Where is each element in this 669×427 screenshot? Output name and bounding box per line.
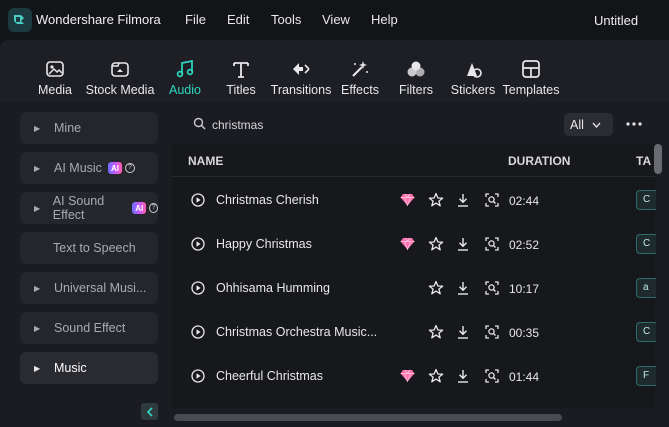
info-icon[interactable]: ? [149, 203, 158, 213]
effects-icon [349, 58, 371, 80]
play-icon[interactable] [191, 325, 205, 344]
menu-file[interactable]: File [185, 12, 206, 27]
download-icon[interactable] [456, 192, 470, 213]
filter-dropdown[interactable]: All [564, 113, 613, 136]
document-title: Untitled [594, 13, 639, 28]
horizontal-scrollbar[interactable] [174, 414, 562, 421]
tab-templates[interactable]: Templates [489, 58, 573, 97]
chevron-left-icon [146, 406, 153, 417]
track-name: Cheerful Christmas [216, 369, 323, 383]
premium-diamond-icon [400, 237, 415, 255]
transitions-icon [290, 58, 312, 80]
premium-diamond-icon [400, 193, 415, 211]
caret-right-icon: ▶ [34, 123, 41, 133]
track-name: Christmas Cherish [216, 193, 319, 207]
track-duration: 01:44 [509, 370, 540, 384]
filmora-logo-icon [8, 8, 32, 32]
caret-right-icon: ▶ [34, 363, 41, 373]
stock-media-icon [109, 58, 131, 80]
ai-match-scan-icon[interactable] [484, 280, 500, 301]
sidebar-item-mine[interactable]: ▶ Mine [20, 112, 158, 144]
list-item[interactable]: Cheerful Christmas 01:44 F [172, 354, 656, 398]
more-horizontal-icon [626, 122, 642, 126]
stickers-icon [462, 58, 484, 80]
track-tag[interactable]: C [636, 322, 656, 342]
column-header-tags[interactable]: TA [636, 154, 651, 168]
list-item[interactable]: Christmas Cherish 02:44 C [172, 178, 656, 222]
track-duration: 02:52 [509, 238, 540, 252]
column-header-name[interactable]: NAME [188, 154, 223, 168]
sidebar-item-sound-effect[interactable]: ▶ Sound Effect [20, 312, 158, 344]
media-icon [44, 58, 66, 80]
list-item[interactable]: Christmas Orchestra Music... 00:35 C [172, 310, 656, 354]
caret-right-icon: ▶ [34, 283, 41, 293]
favorite-star-icon[interactable] [428, 324, 444, 345]
sidebar-item-ai-sound-effect[interactable]: ▶ AI Sound Effect AI ? [20, 192, 158, 224]
list-item[interactable]: Happy Christmas 02:52 C [172, 222, 656, 266]
sidebar-item-universal-music[interactable]: ▶ Universal Musi... [20, 272, 158, 304]
favorite-star-icon[interactable] [428, 368, 444, 389]
chevron-down-icon [592, 122, 601, 128]
caret-right-icon: ▶ [34, 203, 41, 213]
play-icon[interactable] [191, 281, 205, 300]
ai-badge: AI [107, 162, 122, 174]
sidebar-item-ai-music[interactable]: ▶ AI Music AI ? [20, 152, 158, 184]
play-icon[interactable] [191, 193, 205, 212]
info-icon[interactable]: ? [124, 163, 135, 173]
ai-match-scan-icon[interactable] [484, 192, 500, 213]
music-note-icon [174, 58, 196, 80]
list-item[interactable]: Ohhisama Humming 10:17 a [172, 266, 656, 310]
menu-help[interactable]: Help [371, 12, 398, 27]
favorite-star-icon[interactable] [428, 280, 444, 301]
caret-right-icon: ▶ [34, 163, 41, 173]
divider [172, 176, 655, 177]
track-duration: 00:35 [509, 326, 540, 340]
track-tag[interactable]: C [636, 234, 656, 254]
ai-match-scan-icon[interactable] [484, 324, 500, 345]
sidebar-item-music[interactable]: ▶ Music [20, 352, 158, 384]
ai-match-scan-icon[interactable] [484, 236, 500, 257]
search-icon [193, 117, 206, 135]
ai-match-scan-icon[interactable] [484, 368, 500, 389]
menu-edit[interactable]: Edit [227, 12, 249, 27]
download-icon[interactable] [456, 368, 470, 389]
premium-diamond-icon [400, 369, 415, 387]
track-tag[interactable]: F [636, 366, 656, 386]
ai-badge: AI [132, 202, 147, 214]
search-input[interactable] [212, 114, 552, 136]
vertical-scrollbar[interactable] [654, 144, 662, 174]
app-name: Wondershare Filmora [36, 12, 161, 27]
column-header-duration[interactable]: DURATION [508, 154, 570, 168]
favorite-star-icon[interactable] [428, 236, 444, 257]
caret-right-icon: ▶ [34, 323, 41, 333]
menu-view[interactable]: View [322, 12, 350, 27]
track-tag[interactable]: C [636, 190, 656, 210]
play-icon[interactable] [191, 237, 205, 256]
play-icon[interactable] [191, 369, 205, 388]
templates-icon [520, 58, 542, 80]
collapse-sidebar-button[interactable] [141, 403, 158, 420]
menu-tools[interactable]: Tools [271, 12, 301, 27]
track-duration: 10:17 [509, 282, 540, 296]
title-bar: Wondershare Filmora File Edit Tools View… [0, 0, 669, 40]
track-name: Ohhisama Humming [216, 281, 330, 295]
filters-icon [405, 58, 427, 80]
favorite-star-icon[interactable] [428, 192, 444, 213]
track-name: Happy Christmas [216, 237, 312, 251]
download-icon[interactable] [456, 236, 470, 257]
download-icon[interactable] [456, 324, 470, 345]
download-icon[interactable] [456, 280, 470, 301]
titles-icon [230, 58, 252, 80]
more-options-button[interactable] [623, 113, 645, 135]
sidebar-item-text-to-speech[interactable]: Text to Speech [20, 232, 158, 264]
track-name: Christmas Orchestra Music... [216, 325, 378, 339]
track-tag[interactable]: a [636, 278, 656, 298]
track-duration: 02:44 [509, 194, 540, 208]
